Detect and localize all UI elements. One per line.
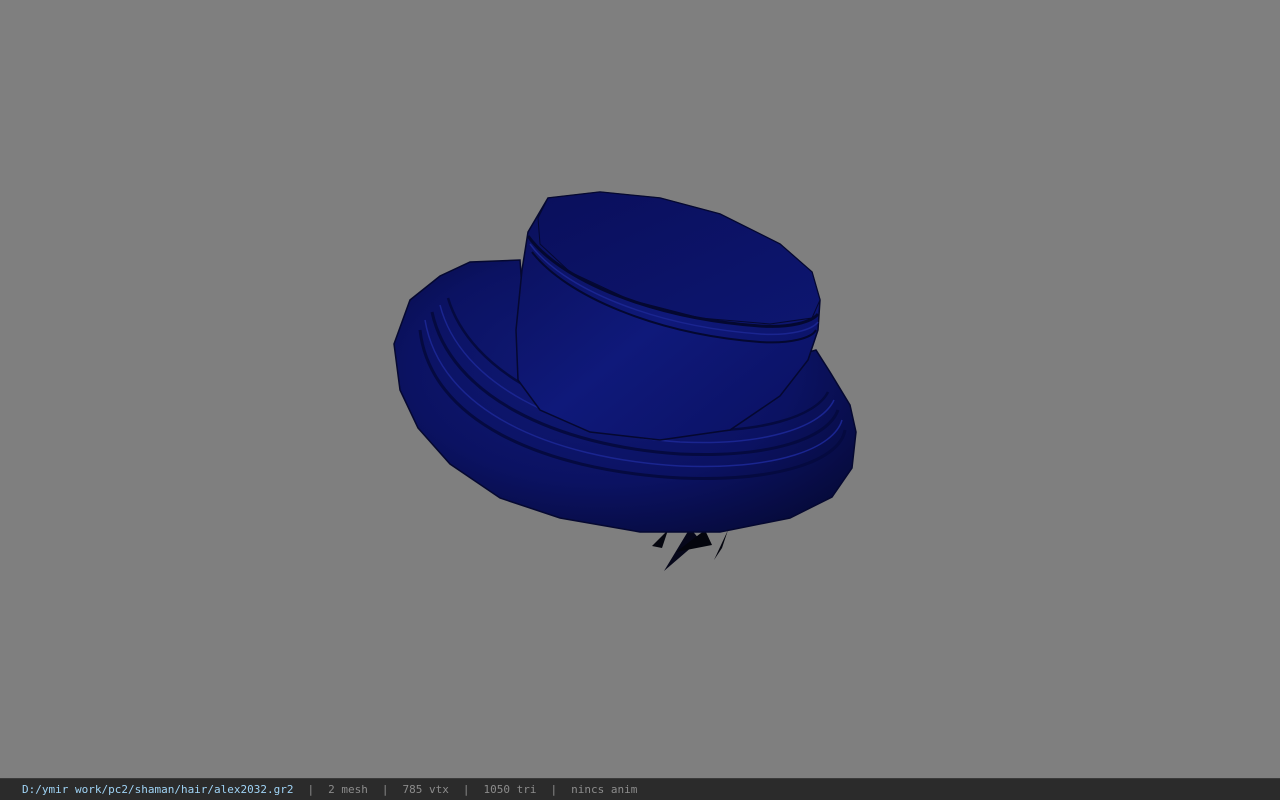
hair-tips [652,528,728,571]
status-bar: D:/ymir work/pc2/shaman/hair/alex2032.gr… [0,778,1280,800]
hat-model-render[interactable] [0,0,1280,778]
3d-viewport[interactable] [0,0,1280,778]
separator: | [462,783,470,796]
file-path-label: D:/ymir work/pc2/shaman/hair/alex2032.gr… [22,783,294,796]
mesh-count-label: 2 mesh [328,783,368,796]
triangle-count-label: 1050 tri [483,783,537,796]
separator: | [307,783,315,796]
vertex-count-label: 785 vtx [402,783,449,796]
separator: | [381,783,389,796]
anim-status-label: nincs anim [571,783,638,796]
separator: | [550,783,558,796]
